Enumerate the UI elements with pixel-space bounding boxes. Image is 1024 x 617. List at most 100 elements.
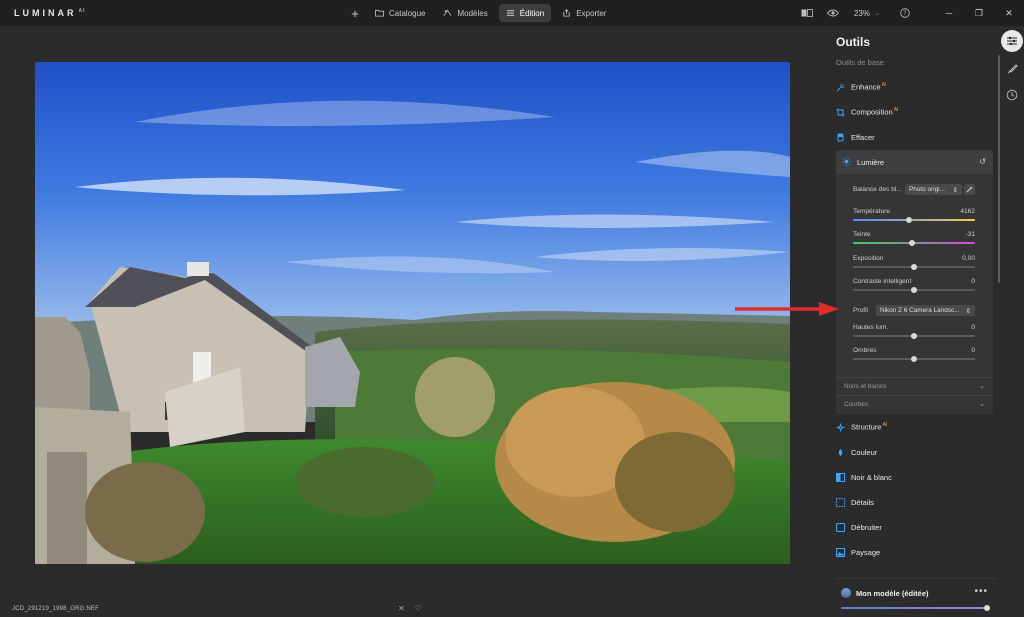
- minimize-button[interactable]: ─: [934, 4, 964, 22]
- shadows-slider[interactable]: [853, 355, 975, 362]
- maximize-button[interactable]: ❐: [964, 4, 994, 22]
- help-icon[interactable]: ?: [896, 4, 914, 22]
- slider-knob[interactable]: [908, 239, 915, 246]
- chevron-updown-icon: ⇕: [952, 186, 958, 194]
- tool-noir-blanc[interactable]: Noir & blanc: [836, 466, 993, 488]
- add-icon[interactable]: +: [346, 4, 364, 22]
- section-noirs-blancs[interactable]: Noirs et blancs ⌄: [836, 377, 993, 395]
- panel-scrollbar[interactable]: [998, 55, 1000, 283]
- tool-label: Effacer: [851, 132, 875, 142]
- tint-label: Teinte: [853, 231, 871, 238]
- close-button[interactable]: ✕: [994, 4, 1024, 22]
- folder-icon: [375, 9, 384, 17]
- tint-value: -31: [965, 231, 975, 238]
- eraser-icon: [836, 133, 845, 142]
- profile-label: Profil: [853, 307, 869, 314]
- preset-amount-slider[interactable]: [841, 604, 990, 611]
- white-balance-label: Balance des bl...: [853, 186, 902, 193]
- exposure-slider[interactable]: [853, 263, 975, 270]
- lumiere-tool: Lumière ↺ Balance des bl... Photo origi.…: [836, 150, 993, 414]
- preset-name: Mon modèle (éditée): [856, 589, 929, 598]
- compare-icon[interactable]: [798, 4, 816, 22]
- tab-edition[interactable]: Édition: [498, 4, 552, 22]
- white-balance-dropdown[interactable]: Photo origi... ⇕: [905, 184, 962, 195]
- smart-contrast-slider[interactable]: [853, 286, 975, 293]
- tool-couleur[interactable]: Couleur: [836, 441, 993, 463]
- denoise-icon: [836, 522, 845, 532]
- tab-label: Catalogue: [389, 8, 426, 18]
- color-icon: [836, 448, 845, 457]
- reset-icon[interactable]: ↺: [979, 157, 986, 166]
- slider-knob[interactable]: [911, 263, 917, 270]
- temperature-label: Température: [853, 208, 891, 215]
- details-icon: [836, 497, 845, 507]
- exposure-value: 0,00: [962, 255, 975, 262]
- main-nav: + Catalogue Modèles Édition Exporter: [346, 4, 613, 22]
- preset-footer: Mon modèle (éditée) •••: [836, 578, 996, 614]
- history-icon[interactable]: [1001, 84, 1023, 106]
- tool-debruiter[interactable]: Débruiter: [836, 516, 993, 538]
- chevron-down-icon: ⌄: [979, 401, 985, 408]
- tool-effacer[interactable]: Effacer: [836, 126, 993, 148]
- tab-label: Exporter: [576, 8, 607, 18]
- landscape-icon: [836, 547, 845, 557]
- smart-contrast-value: 0: [971, 278, 975, 285]
- zoom-value: 23%: [853, 8, 870, 18]
- heart-icon[interactable]: ♡: [415, 604, 422, 613]
- eyedropper-icon[interactable]: [964, 184, 975, 195]
- tab-exporter[interactable]: Exporter: [555, 4, 613, 22]
- tool-label: StructureAI: [851, 422, 888, 432]
- shadows-label: Ombres: [853, 347, 877, 354]
- tab-modeles[interactable]: Modèles: [436, 4, 494, 22]
- temperature-slider[interactable]: [853, 216, 975, 223]
- annotation-arrow: [735, 302, 839, 316]
- highlights-label: Hautes lum.: [853, 324, 889, 331]
- photo-actions: ✕ ♡: [398, 604, 422, 613]
- enhance-icon: [836, 83, 845, 92]
- tool-enhance[interactable]: EnhanceAI: [836, 76, 993, 98]
- photo-canvas[interactable]: [35, 62, 790, 564]
- app-logo: LUMINAR AI: [14, 8, 86, 18]
- bw-icon: [836, 472, 845, 482]
- tools-tab-icon[interactable]: [1001, 30, 1023, 52]
- svg-text:?: ?: [903, 10, 906, 17]
- panel-title: Outils: [836, 35, 871, 49]
- tool-structure[interactable]: StructureAI: [836, 416, 993, 438]
- tool-label: Détails: [851, 497, 874, 507]
- chevron-updown-icon: ⇕: [965, 307, 971, 315]
- chevron-down-icon: ⌄: [979, 383, 985, 390]
- slider-knob[interactable]: [911, 286, 917, 293]
- slider-knob[interactable]: [906, 216, 913, 223]
- profile-dropdown[interactable]: Nikon Z 6 Camera Landsc... ⇕: [876, 305, 975, 316]
- tool-label: Couleur: [851, 447, 878, 457]
- lumiere-header[interactable]: Lumière ↺: [836, 150, 993, 174]
- tool-details[interactable]: Détails: [836, 491, 993, 513]
- chevron-down-icon: ⌄: [874, 10, 880, 17]
- panel-subtitle: Outils de base: [836, 58, 884, 67]
- structure-icon: [836, 423, 845, 432]
- tab-label: Modèles: [457, 8, 488, 18]
- highlights-value: 0: [971, 324, 975, 331]
- slider-knob[interactable]: [984, 604, 990, 611]
- tool-paysage[interactable]: Paysage: [836, 541, 993, 563]
- highlights-slider[interactable]: [853, 332, 975, 339]
- reject-icon[interactable]: ✕: [398, 604, 405, 613]
- section-courbes[interactable]: Courbes ⌄: [836, 395, 993, 413]
- landscape-photo: [35, 62, 790, 564]
- crop-icon: [836, 108, 845, 117]
- tool-composition[interactable]: CompositionAI: [836, 101, 993, 123]
- more-options-icon[interactable]: •••: [974, 586, 988, 597]
- shadows-value: 0: [971, 347, 975, 354]
- sun-icon: [842, 156, 851, 168]
- tint-slider[interactable]: [853, 239, 975, 246]
- tool-label: CompositionAI: [851, 107, 899, 117]
- slider-knob[interactable]: [911, 332, 917, 339]
- preset-thumbnail[interactable]: [841, 588, 851, 598]
- brush-icon[interactable]: [1001, 58, 1023, 80]
- tab-catalogue[interactable]: Catalogue: [368, 4, 432, 22]
- zoom-selector[interactable]: 23% ⌄: [854, 9, 880, 18]
- top-bar: LUMINAR AI + Catalogue Modèles Édition Ex…: [0, 0, 1024, 26]
- eye-icon[interactable]: [824, 4, 842, 22]
- temperature-value: 4162: [960, 208, 975, 215]
- slider-knob[interactable]: [911, 355, 917, 362]
